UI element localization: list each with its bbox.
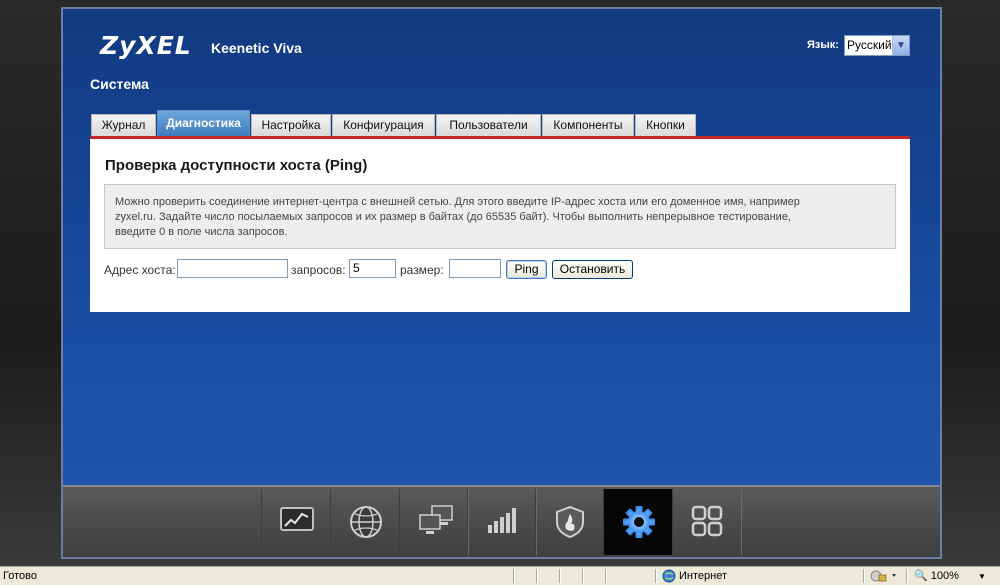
tab-configuration[interactable]: Конфигурация — [332, 114, 435, 136]
browser-statusbar: Готово Интернет 🔍 100% ▼ — [0, 566, 1000, 585]
chart-monitor-icon — [280, 507, 314, 531]
nav-monitor[interactable] — [261, 489, 331, 555]
stop-button[interactable]: Остановить — [552, 260, 633, 279]
nav-applications[interactable] — [672, 489, 742, 555]
statusbar-divider — [655, 569, 657, 583]
info-text-line: zyxel.ru. Задайте число посылаемых запро… — [115, 211, 791, 223]
zoom-magnifier-icon: 🔍 — [914, 570, 928, 582]
bottom-navigation — [63, 485, 940, 557]
statusbar-divider — [863, 569, 865, 583]
host-address-input[interactable] — [177, 259, 288, 278]
info-text-line: введите 0 в поле числа запросов. — [115, 226, 288, 238]
zyxel-logo: ZyXEL — [100, 31, 192, 60]
security-shield-icon — [556, 505, 584, 539]
nav-system[interactable] — [603, 489, 673, 555]
ping-form: Адрес хоста: запросов: 5 размер: Ping Ос… — [104, 259, 894, 281]
language-select[interactable]: Русский ▼ — [844, 35, 910, 56]
language-label: Язык: — [807, 39, 839, 51]
statusbar-divider — [536, 569, 538, 583]
statusbar-divider — [559, 569, 561, 583]
ping-title: Проверка доступности хоста (Ping) — [105, 157, 368, 174]
info-text-line: Можно проверить соединение интернет-цент… — [115, 196, 800, 208]
signal-bars-icon — [488, 508, 516, 533]
tab-settings[interactable]: Настройка — [251, 114, 331, 136]
requests-label: запросов: — [291, 263, 346, 277]
nav-security[interactable] — [535, 489, 605, 555]
statusbar-divider — [605, 569, 607, 583]
size-label: размер: — [400, 263, 444, 277]
nav-internet[interactable] — [330, 489, 400, 555]
internet-globe-icon — [662, 569, 676, 583]
tab-buttons[interactable]: Кнопки — [635, 114, 696, 136]
ping-info-box: Можно проверить соединение интернет-цент… — [104, 184, 896, 249]
zoom-control[interactable]: 🔍 100% ▼ — [914, 569, 986, 582]
apps-grid-icon — [691, 505, 723, 537]
statusbar-divider — [906, 569, 908, 583]
requests-count-input[interactable]: 5 — [349, 259, 396, 278]
language-selected-value: Русский — [847, 38, 892, 52]
packet-size-input[interactable] — [449, 259, 501, 278]
zone-label: Интернет — [679, 570, 727, 582]
tab-journal[interactable]: Журнал — [91, 114, 156, 136]
tab-diagnostics[interactable]: Диагностика — [157, 110, 250, 136]
chevron-down-icon[interactable]: ▼ — [892, 36, 909, 55]
device-model: Keenetic Viva — [211, 40, 302, 56]
ping-button[interactable]: Ping — [506, 260, 547, 279]
host-label: Адрес хоста: — [104, 263, 176, 277]
gear-icon — [623, 506, 655, 538]
statusbar-divider — [513, 569, 515, 583]
nav-home-network[interactable] — [399, 489, 469, 555]
network-computers-icon — [419, 505, 453, 534]
nav-wifi[interactable] — [467, 489, 537, 555]
zoom-level: 100% — [930, 570, 959, 582]
status-text: Готово — [3, 570, 37, 582]
protected-mode-icon[interactable] — [870, 569, 900, 583]
router-admin-panel: ZyXEL Keenetic Viva Язык: Русский ▼ Сист… — [61, 7, 942, 559]
page-title: Система — [90, 76, 149, 92]
diagnostics-content: Проверка доступности хоста (Ping) Можно … — [90, 136, 910, 312]
statusbar-divider — [582, 569, 584, 583]
tab-components[interactable]: Компоненты — [542, 114, 634, 136]
globe-icon — [350, 506, 382, 538]
chevron-down-icon[interactable]: ▼ — [978, 572, 986, 581]
tab-users[interactable]: Пользователи — [436, 114, 541, 136]
